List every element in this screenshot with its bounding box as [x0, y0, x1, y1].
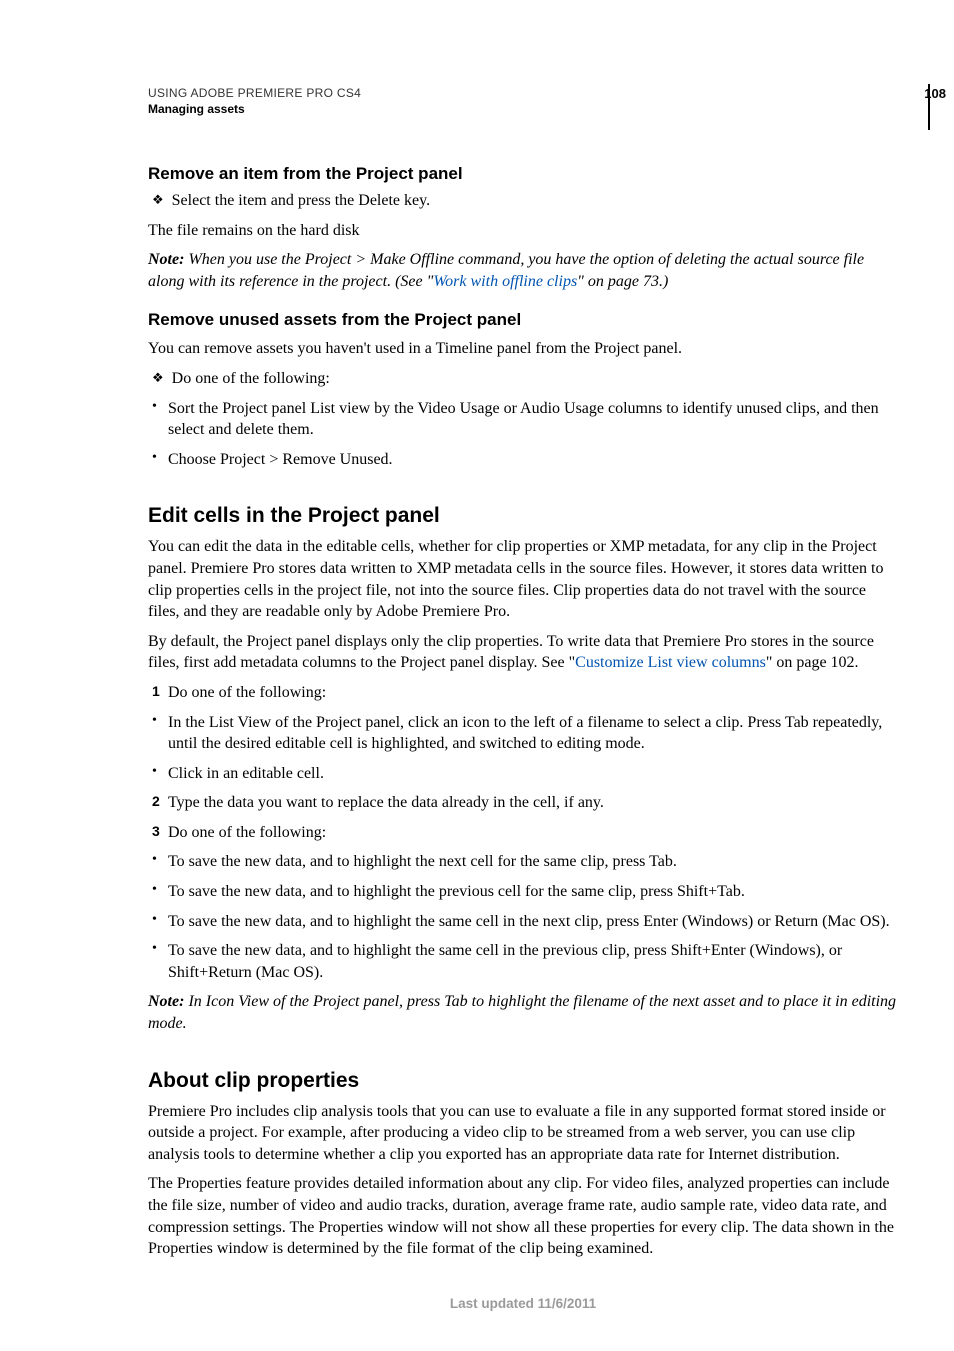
header-section: Managing assets	[148, 102, 898, 116]
note: Note: When you use the Project > Make Of…	[148, 249, 898, 292]
heading-remove-item: Remove an item from the Project panel	[148, 164, 898, 184]
note-text: In Icon View of the Project panel, press…	[148, 993, 896, 1032]
list-item: To save the new data, and to highlight t…	[152, 911, 898, 933]
heading-about-clip-properties: About clip properties	[148, 1069, 898, 1093]
list-unused-options: Sort the Project panel List view by the …	[148, 398, 898, 471]
list-item: In the List View of the Project panel, c…	[152, 712, 898, 755]
footer-updated: Last updated 11/6/2011	[148, 1296, 898, 1311]
note-label: Note:	[148, 993, 188, 1010]
list-item: To save the new data, and to highlight t…	[152, 940, 898, 983]
step-1-options: In the List View of the Project panel, c…	[148, 712, 898, 785]
body-text: You can remove assets you haven't used i…	[148, 338, 898, 360]
list-item: To save the new data, and to highlight t…	[152, 851, 898, 873]
list-remove-item: Select the item and press the Delete key…	[148, 190, 898, 212]
steps-edit-cells: Do one of the following:	[148, 682, 898, 704]
header-product: USING ADOBE PREMIERE PRO CS4	[148, 86, 898, 100]
list-do-one: Do one of the following:	[148, 368, 898, 390]
heading-remove-unused: Remove unused assets from the Project pa…	[148, 310, 898, 330]
list-item: To save the new data, and to highlight t…	[152, 881, 898, 903]
body-text: Premiere Pro includes clip analysis tool…	[148, 1101, 898, 1166]
page-number: 108	[924, 86, 946, 101]
link-customize-list-view[interactable]: Customize List view columns	[575, 654, 766, 671]
body-text: By default, the Project panel displays o…	[148, 631, 898, 674]
body-text: The Properties feature provides detailed…	[148, 1173, 898, 1259]
note-text: When you use the Project > Make Offline …	[148, 251, 864, 290]
heading-edit-cells: Edit cells in the Project panel	[148, 504, 898, 528]
step-3-options: To save the new data, and to highlight t…	[148, 851, 898, 983]
running-header: USING ADOBE PREMIERE PRO CS4 Managing as…	[148, 86, 898, 116]
list-item: Do one of the following:	[152, 368, 898, 390]
step-2: Type the data you want to replace the da…	[152, 792, 898, 814]
list-item: Sort the Project panel List view by the …	[152, 398, 898, 441]
step-1: Do one of the following:	[152, 682, 898, 704]
list-item: Choose Project > Remove Unused.	[152, 449, 898, 471]
body-text: The file remains on the hard disk	[148, 220, 898, 242]
note-label: Note:	[148, 251, 188, 268]
body-text: You can edit the data in the editable ce…	[148, 536, 898, 622]
steps-edit-cells-cont: Type the data you want to replace the da…	[148, 792, 898, 843]
list-item: Select the item and press the Delete key…	[152, 190, 898, 212]
link-work-offline-clips[interactable]: Work with offline clips	[433, 273, 577, 290]
step-3: Do one of the following:	[152, 822, 898, 844]
note: Note: In Icon View of the Project panel,…	[148, 991, 898, 1034]
list-item: Click in an editable cell.	[152, 763, 898, 785]
